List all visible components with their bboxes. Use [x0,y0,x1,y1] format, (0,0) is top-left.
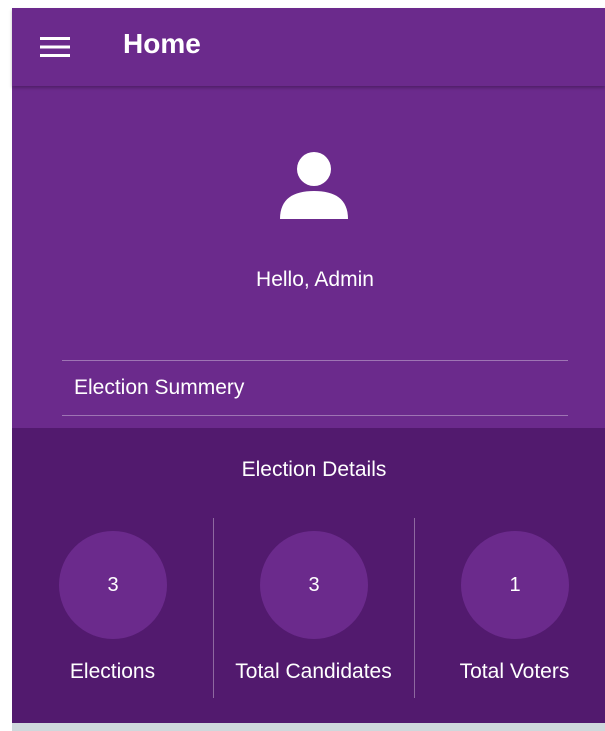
stat-value-circle: 3 [260,531,368,639]
hamburger-menu-icon [40,37,70,57]
menu-button[interactable] [38,30,72,64]
greeting-text: Hello, Admin [256,268,374,291]
app-bar: Home [12,8,605,86]
divider [62,415,568,416]
bottom-strip [12,723,605,731]
stats-row: 3 Elections 3 Total Candidates 1 Total V… [12,518,605,698]
election-summary-item[interactable]: Election Summery [62,360,568,415]
stat-label: Elections [69,660,156,683]
stat-elections[interactable]: 3 Elections [12,518,213,698]
election-summary-label: Election Summery [74,375,245,399]
stat-total-candidates[interactable]: 3 Total Candidates [213,518,414,698]
stat-value-circle: 3 [59,531,167,639]
screen: Home Hello, Admin Election Summery Elect… [12,8,605,731]
stat-total-voters[interactable]: 1 Total Voters [414,518,605,698]
profile-section: Hello, Admin Election Summery [12,86,605,428]
election-details-title: Election Details [241,458,387,481]
election-details-section: Election Details 3 Elections 3 Total Can… [12,428,605,723]
person-icon [280,152,348,219]
stat-label: Total Candidates [235,660,392,683]
stat-value-circle: 1 [461,531,569,639]
stat-label: Total Voters [459,660,570,683]
page-title: Home [123,28,201,59]
